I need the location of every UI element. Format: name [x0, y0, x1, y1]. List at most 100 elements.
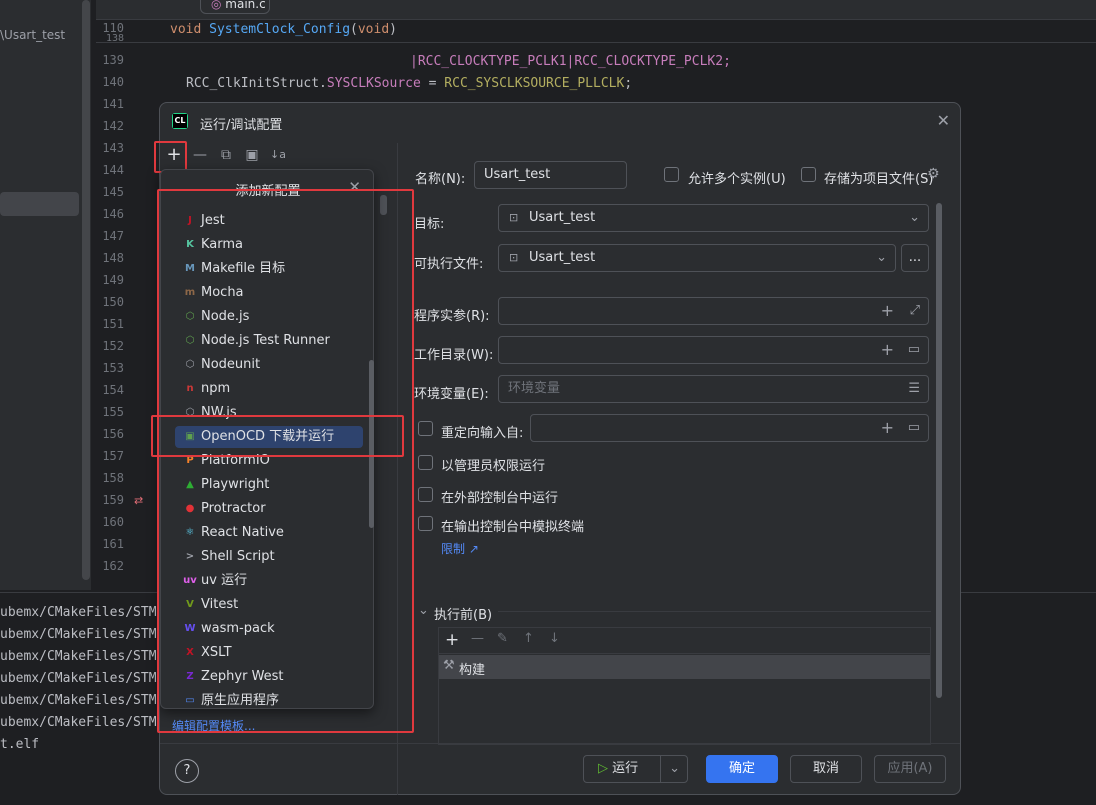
terminal-line: t.elf	[0, 737, 40, 752]
line-number: 139	[102, 53, 124, 67]
env-vars-placeholder: 环境变量	[508, 381, 561, 396]
working-dir-field[interactable]: + ▭	[498, 336, 929, 364]
gear-icon[interactable]: ⚙	[927, 166, 940, 182]
build-task-label: 构建	[459, 663, 486, 678]
allow-multiple-checkbox[interactable]	[664, 167, 679, 182]
project-tree-selection[interactable]	[0, 192, 79, 216]
move-to-folder-icon[interactable]: ▣	[240, 143, 264, 167]
line-number: 146	[102, 207, 124, 221]
build-task-row[interactable]: ⚒ 构建	[439, 655, 930, 679]
expand-icon[interactable]: ⤢	[910, 298, 920, 324]
close-icon[interactable]: ✕	[937, 111, 950, 130]
env-vars-label: 环境变量(E):	[414, 387, 489, 402]
edit-list-icon[interactable]: ☰	[908, 376, 920, 402]
line-number: 140	[102, 75, 124, 89]
line-number: 148	[102, 251, 124, 265]
run-button[interactable]: ▷ 运行 ⌄	[583, 755, 688, 783]
terminal-line: ubemx/CMakeFiles/STM3	[0, 671, 165, 686]
dialog-title: 运行/调试配置	[200, 118, 283, 133]
add-icon[interactable]: +	[881, 415, 894, 441]
editor-tab-main-c[interactable]: ◎ main.c	[200, 0, 270, 14]
separator	[498, 611, 931, 612]
code-token: (	[350, 22, 358, 37]
executable-select[interactable]: ⊡ Usart_test ⌄	[498, 244, 896, 272]
highlight-openocd	[151, 415, 404, 457]
before-launch-label[interactable]: 执行前(B)	[434, 604, 492, 623]
line-number: 145	[102, 185, 124, 199]
edit-config-templates-link[interactable]: 编辑配置模板...	[172, 717, 255, 734]
code-token: =	[420, 76, 445, 91]
folder-icon[interactable]: ▭	[908, 415, 920, 441]
copy-icon[interactable]: ⧉	[214, 143, 238, 167]
clion-logo-icon: CL	[172, 113, 188, 129]
console-icon: ⊡	[509, 251, 519, 264]
form-scrollbar[interactable]	[936, 203, 942, 698]
code-token: RCC_SYSCLKSOURCE_PLLCLK	[444, 76, 625, 91]
code-line-140: RCC_ClkInitStruct.SYSCLKSource = RCC_SYS…	[186, 76, 632, 91]
help-button[interactable]: ?	[175, 759, 199, 783]
browse-executable-button[interactable]: ...	[901, 244, 929, 272]
before-launch-toolbar: + — ✎ ↑ ↓	[439, 628, 930, 654]
move-down-icon[interactable]: ↓	[549, 631, 560, 646]
cancel-button[interactable]: 取消	[790, 755, 862, 783]
ok-button[interactable]: 确定	[706, 755, 778, 783]
move-up-icon[interactable]: ↑	[523, 631, 534, 646]
run-label: 运行	[612, 761, 639, 776]
line-number: 143	[102, 141, 124, 155]
line-number: 144	[102, 163, 124, 177]
project-tree-item[interactable]: \Usart_test	[0, 28, 65, 42]
code-token: SystemClock_Config	[209, 22, 351, 37]
limit-link[interactable]: 限制 ↗	[441, 540, 479, 557]
debug-arrow-icon[interactable]: ⇄	[134, 494, 143, 507]
before-launch-list: + — ✎ ↑ ↓ ⚒ 构建	[438, 627, 931, 745]
line-number: 150	[102, 295, 124, 309]
code-token: SYSCLKSource	[326, 76, 421, 91]
line-number: 142	[102, 119, 124, 133]
sort-icon[interactable]: ↓a	[266, 143, 290, 167]
c-file-icon: ◎	[211, 0, 226, 11]
chevron-down-icon[interactable]: ⌄	[669, 756, 680, 782]
chevron-down-icon[interactable]: ⌄	[418, 603, 429, 618]
line-number: 141	[102, 97, 124, 111]
code-token: void	[357, 22, 390, 37]
env-vars-field[interactable]: 环境变量 ☰	[498, 375, 929, 403]
remove-icon[interactable]: —	[471, 631, 484, 646]
run-debug-config-dialog: CL 运行/调试配置 ✕ + — ⧉ ▣ ↓a 添加新配置 ✕ J Jest K Ka…	[151, 102, 961, 795]
terminal-line: ubemx/CMakeFiles/STM3	[0, 715, 165, 730]
tab-label: main.c	[225, 0, 266, 11]
config-toolbar: + — ⧉ ▣ ↓a	[160, 143, 398, 169]
line-number: 149	[102, 273, 124, 287]
play-icon: ▷	[598, 761, 613, 776]
redirect-input-field[interactable]: + ▭	[530, 414, 929, 442]
store-as-file-checkbox[interactable]	[801, 167, 816, 182]
add-icon[interactable]: +	[445, 630, 459, 650]
external-console-checkbox[interactable]	[418, 487, 433, 502]
add-icon[interactable]: +	[881, 337, 894, 363]
executable-value: Usart_test	[529, 250, 596, 265]
folder-icon[interactable]: ▭	[908, 337, 920, 363]
line-number: 154	[102, 383, 124, 397]
store-as-file-label: 存储为项目文件(S)	[824, 172, 934, 187]
run-as-admin-checkbox[interactable]	[418, 455, 433, 470]
code-line-signature: void SystemClock_Config(void)	[170, 22, 397, 37]
apply-button[interactable]: 应用(A)	[874, 755, 946, 783]
line-number: 155	[102, 405, 124, 419]
split-divider	[660, 756, 661, 782]
emulate-terminal-label: 在输出控制台中模拟终端	[441, 520, 585, 535]
line-number: 156	[102, 427, 124, 441]
emulate-terminal-checkbox[interactable]	[418, 516, 433, 531]
target-select[interactable]: ⊡ Usart_test ⌄	[498, 204, 929, 232]
add-icon[interactable]: +	[881, 298, 894, 324]
line-number: 161	[102, 537, 124, 551]
terminal-line: ubemx/CMakeFiles/STM3	[0, 627, 165, 642]
edit-icon[interactable]: ✎	[497, 631, 508, 646]
terminal-line: ubemx/CMakeFiles/STM3	[0, 693, 165, 708]
redirect-input-checkbox[interactable]	[418, 421, 433, 436]
project-scrollbar[interactable]	[82, 0, 90, 580]
working-dir-label: 工作目录(W):	[414, 348, 494, 363]
program-args-field[interactable]: + ⤢	[498, 297, 929, 325]
remove-icon[interactable]: —	[188, 143, 212, 167]
name-field[interactable]: Usart_test	[474, 161, 627, 189]
sticky-divider	[96, 42, 1096, 43]
console-icon: ⊡	[509, 211, 519, 224]
